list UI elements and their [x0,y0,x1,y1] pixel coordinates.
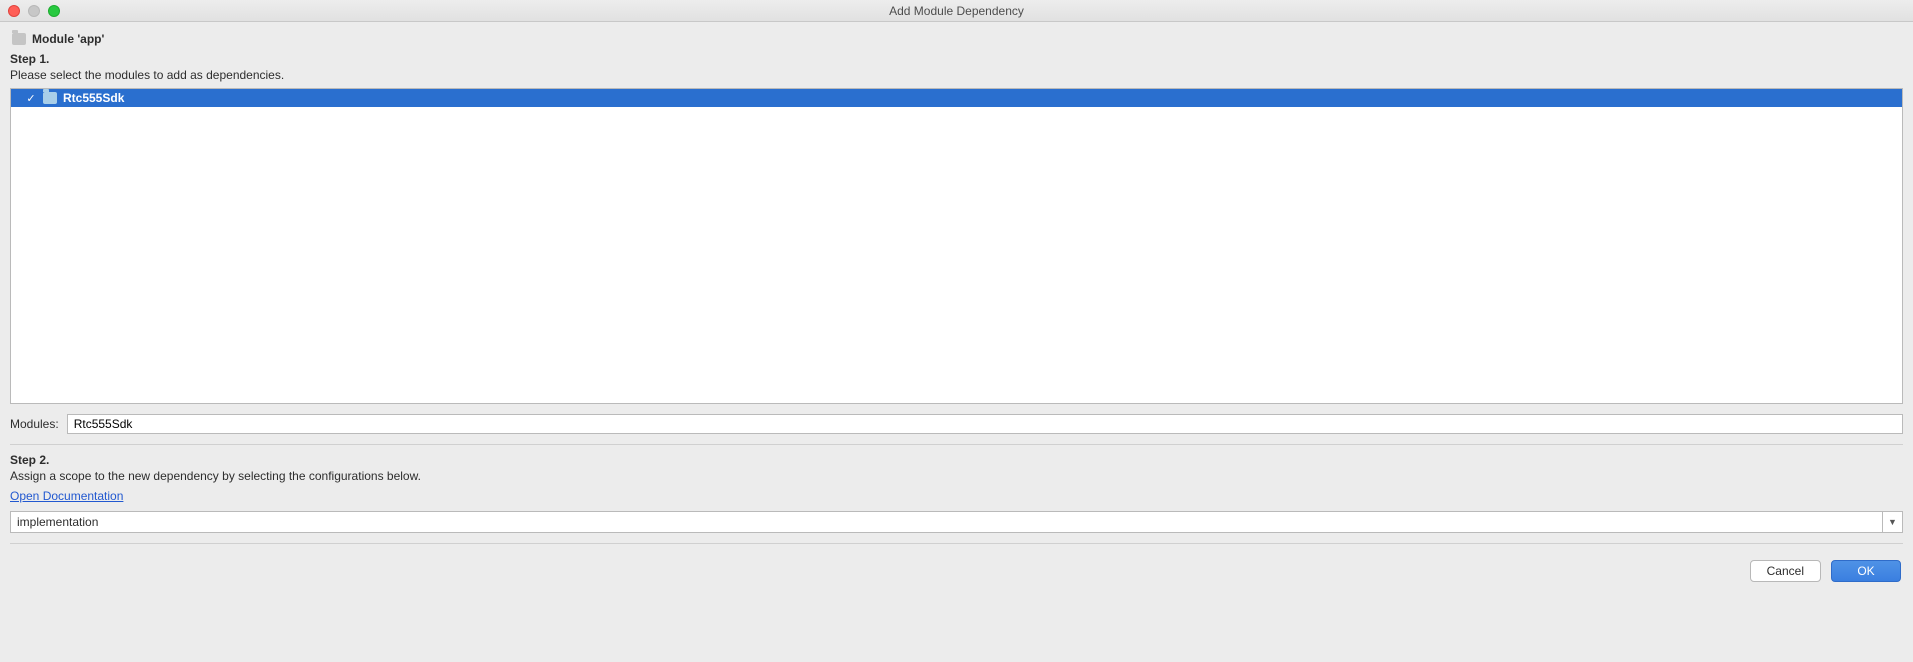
window-titlebar: Add Module Dependency [0,0,1913,22]
traffic-lights [8,5,60,17]
cancel-button[interactable]: Cancel [1750,560,1821,582]
chevron-down-icon[interactable]: ▼ [1883,511,1903,533]
step1-description: Please select the modules to add as depe… [10,68,1903,82]
check-icon: ✓ [25,92,37,105]
module-item-label: Rtc555Sdk [63,91,124,105]
module-list-item[interactable]: ✓ Rtc555Sdk [11,89,1902,107]
minimize-window-icon [28,5,40,17]
dialog-button-row: Cancel OK [10,560,1903,582]
scope-select-value[interactable]: implementation [10,511,1883,533]
scope-select[interactable]: implementation ▼ [10,511,1903,533]
step2-section: Step 2. Assign a scope to the new depend… [10,453,1903,533]
step1-title: Step 1. [10,52,1903,66]
module-folder-icon [12,33,26,45]
ok-button[interactable]: OK [1831,560,1901,582]
module-list[interactable]: ✓ Rtc555Sdk [10,88,1903,404]
modules-input-row: Modules: [10,414,1903,434]
modules-input[interactable] [67,414,1903,434]
step1-section: Step 1. Please select the modules to add… [10,52,1903,434]
breadcrumb: Module 'app' [10,30,1903,52]
step2-description: Assign a scope to the new dependency by … [10,469,1903,483]
module-folder-icon [43,92,57,104]
maximize-window-icon[interactable] [48,5,60,17]
open-documentation-link[interactable]: Open Documentation [10,489,123,503]
section-divider [10,444,1903,445]
module-name-label: Module 'app' [32,32,104,46]
close-window-icon[interactable] [8,5,20,17]
modules-input-label: Modules: [10,417,59,431]
step2-title: Step 2. [10,453,1903,467]
window-title: Add Module Dependency [0,4,1913,18]
footer-divider [10,543,1903,544]
